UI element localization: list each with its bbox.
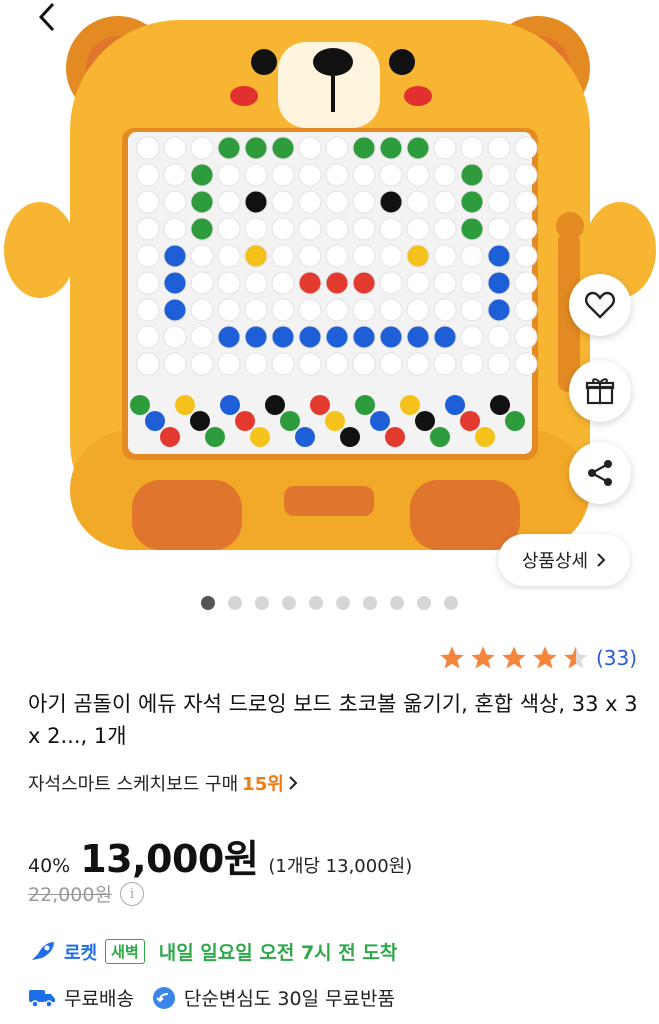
rating[interactable]: (33) — [438, 644, 637, 672]
discount-rate: 40% — [28, 855, 71, 877]
gallery-dot[interactable] — [363, 596, 377, 610]
gallery-dot[interactable] — [444, 596, 458, 610]
share-button[interactable] — [569, 442, 631, 504]
star-icon — [502, 646, 526, 669]
unit-price: (1개당 13,000원) — [268, 856, 413, 877]
rocket-delivery: 로켓 새벽 내일 일요일 오전 7시 전 도착 — [28, 938, 397, 965]
gallery-dot[interactable] — [201, 596, 215, 610]
ranking-number: 15위 — [242, 774, 284, 795]
heart-icon — [585, 291, 615, 319]
gallery-dot[interactable] — [282, 596, 296, 610]
rocket-icon — [32, 941, 54, 960]
product-detail-button[interactable]: 상품상세 — [498, 534, 630, 586]
share-icon — [588, 460, 612, 486]
info-icon[interactable]: i — [119, 881, 144, 906]
wishlist-button[interactable] — [569, 274, 631, 336]
back-button[interactable] — [26, 0, 66, 34]
shipping-info: 무료배송 단순변심도 30일 무료반품 — [28, 984, 395, 1011]
chevron-right-icon — [597, 553, 606, 567]
gallery-dot[interactable] — [255, 596, 269, 610]
rocket-label: 로켓 — [64, 942, 98, 964]
ranking-category: 자석스마트 스케치보드 구매 — [28, 774, 239, 795]
gift-button[interactable] — [569, 360, 631, 422]
product-title: 아기 곰돌이 에듀 자석 드로잉 보드 초코볼 옮기기, 혼합 색상, 33 x… — [28, 692, 638, 748]
gallery-dot[interactable] — [417, 596, 431, 610]
truck-icon — [29, 989, 55, 1008]
star-icon — [533, 646, 557, 669]
gallery-dot[interactable] — [336, 596, 350, 610]
arrival-date: 내일 일요일 오전 7시 전 도착 — [158, 942, 398, 964]
rating-stars — [438, 644, 590, 672]
dawn-badge: 새벽 — [105, 939, 145, 964]
chevron-left-icon — [38, 2, 55, 32]
category-ranking[interactable]: 자석스마트 스케치보드 구매 15위 — [28, 770, 298, 796]
product-image-area[interactable]: 상품상세 — [0, 0, 659, 590]
star-icon — [440, 646, 464, 669]
return-icon — [152, 986, 175, 1009]
star-icon — [471, 646, 495, 669]
product-image[interactable] — [0, 0, 659, 590]
gallery-pagination — [0, 596, 659, 610]
original-price-row: 22,000원 i — [28, 880, 144, 907]
gallery-dot[interactable] — [390, 596, 404, 610]
price-section: 40% 13,000원 (1개당 13,000원) — [28, 828, 412, 883]
original-price: 22,000원 — [28, 884, 112, 906]
star-icon — [564, 646, 588, 669]
free-shipping: 무료배송 — [64, 988, 134, 1010]
review-count[interactable]: (33) — [596, 646, 637, 670]
sale-price: 13,000원 — [80, 837, 259, 881]
product-detail-label: 상품상세 — [521, 551, 589, 572]
gallery-dot[interactable] — [228, 596, 242, 610]
gallery-dot[interactable] — [309, 596, 323, 610]
gift-icon — [585, 378, 615, 405]
chevron-right-icon — [289, 776, 298, 790]
free-return: 단순변심도 30일 무료반품 — [183, 988, 395, 1010]
